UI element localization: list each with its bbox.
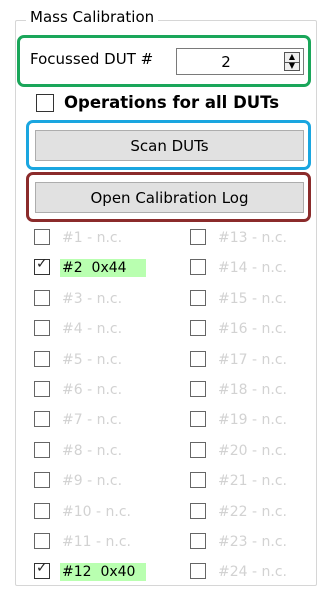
dut-item[interactable]: ✓ #12 0x40 xyxy=(34,560,154,583)
focused-dut-spinbox[interactable]: 2 ▲ ▼ xyxy=(176,48,304,75)
dut-item[interactable]: #3 - n.c. xyxy=(34,288,154,310)
dut-checkbox[interactable] xyxy=(190,259,206,276)
dut-checkbox[interactable] xyxy=(34,289,50,306)
dut-item[interactable]: #16 - n.c. xyxy=(190,318,310,340)
dut-item[interactable]: #1 - n.c. xyxy=(34,227,154,249)
dut-item[interactable]: #7 - n.c. xyxy=(34,409,154,431)
dut-checkbox[interactable] xyxy=(190,472,206,489)
dut-label: #18 - n.c. xyxy=(218,382,287,398)
dut-item[interactable]: #24 - n.c. xyxy=(190,561,310,583)
dut-label: #8 - n.c. xyxy=(62,442,123,459)
dut-item[interactable]: #4 - n.c. xyxy=(34,318,154,340)
dut-label: #1 - n.c. xyxy=(62,230,123,246)
dut-checkbox[interactable] xyxy=(34,472,50,489)
dut-item[interactable]: #21 - n.c. xyxy=(190,470,310,492)
spin-buttons[interactable]: ▲ ▼ xyxy=(284,52,300,71)
dut-label: #23 - n.c. xyxy=(218,534,287,550)
dut-checkbox[interactable]: ✓ xyxy=(34,560,50,580)
dut-label: #20 - n.c. xyxy=(218,442,287,459)
dut-checkbox[interactable] xyxy=(190,381,206,397)
dut-label: #13 - n.c. xyxy=(218,230,287,246)
dut-label: #11 - n.c. xyxy=(62,534,131,550)
dut-checkbox[interactable] xyxy=(190,229,206,245)
dut-checkbox[interactable] xyxy=(190,533,206,549)
dut-checkbox[interactable] xyxy=(34,502,50,519)
checkmark-icon: ✓ xyxy=(36,256,48,273)
focused-dut-label: Focussed DUT # xyxy=(30,50,154,68)
dut-item[interactable]: #22 - n.c. xyxy=(190,501,310,523)
dut-label: #21 - n.c. xyxy=(218,473,287,490)
dut-checkbox[interactable] xyxy=(34,350,50,367)
dut-item[interactable]: #6 - n.c. xyxy=(34,379,154,401)
dut-label: #15 - n.c. xyxy=(218,290,287,307)
dut-checkbox[interactable] xyxy=(34,229,50,245)
dut-checkbox[interactable] xyxy=(190,411,206,428)
dut-label: #22 - n.c. xyxy=(218,503,287,520)
dut-label: #7 - n.c. xyxy=(62,412,123,429)
dut-checkbox[interactable] xyxy=(34,411,50,428)
dut-item[interactable]: #18 - n.c. xyxy=(190,379,310,401)
dut-item[interactable]: #17 - n.c. xyxy=(190,349,310,371)
dut-checkbox[interactable] xyxy=(34,320,50,337)
dut-checkbox[interactable] xyxy=(190,502,206,519)
dut-item[interactable]: #13 - n.c. xyxy=(190,227,310,249)
dut-item[interactable]: #14 - n.c. xyxy=(190,257,310,279)
dut-label: #17 - n.c. xyxy=(218,351,287,368)
checkmark-icon: ✓ xyxy=(36,560,48,577)
spin-down-arrow-icon[interactable]: ▼ xyxy=(285,61,299,71)
dut-checkbox[interactable]: ✓ xyxy=(34,256,50,276)
dut-checkbox[interactable] xyxy=(190,289,206,306)
dut-label: #24 - n.c. xyxy=(218,564,287,581)
dut-checkbox[interactable] xyxy=(34,441,50,458)
dut-checkbox[interactable] xyxy=(34,381,50,397)
dut-item[interactable]: #8 - n.c. xyxy=(34,440,154,462)
dut-checkbox[interactable] xyxy=(190,350,206,367)
dut-checkbox[interactable] xyxy=(190,563,206,580)
dut-label: #16 - n.c. xyxy=(218,321,287,338)
dut-label: #10 - n.c. xyxy=(62,503,131,520)
dut-label: #3 - n.c. xyxy=(62,290,123,307)
dut-checkbox[interactable] xyxy=(34,533,50,549)
dut-item[interactable]: #23 - n.c. xyxy=(190,531,310,553)
dut-item[interactable]: #9 - n.c. xyxy=(34,470,154,492)
dut-label: #9 - n.c. xyxy=(62,473,123,490)
operations-all-checkbox[interactable] xyxy=(36,94,54,112)
dut-label: #5 - n.c. xyxy=(62,351,123,368)
dut-checkbox[interactable] xyxy=(190,320,206,337)
dut-label: #19 - n.c. xyxy=(218,412,287,429)
dut-item[interactable]: #15 - n.c. xyxy=(190,288,310,310)
dut-item[interactable]: #10 - n.c. xyxy=(34,501,154,523)
dut-item[interactable]: ✓ #2 0x44 xyxy=(34,256,154,279)
group-title: Mass Calibration xyxy=(26,8,159,26)
scan-duts-button[interactable]: Scan DUTs xyxy=(35,130,304,161)
dut-item[interactable]: #5 - n.c. xyxy=(34,349,154,371)
dut-checkbox[interactable] xyxy=(190,441,206,458)
focused-dut-value[interactable]: 2 xyxy=(177,53,275,71)
dut-label: #6 - n.c. xyxy=(62,382,123,398)
dut-item[interactable]: #20 - n.c. xyxy=(190,440,310,462)
dut-item[interactable]: #19 - n.c. xyxy=(190,409,310,431)
dut-item[interactable]: #11 - n.c. xyxy=(34,531,154,553)
dut-label: #4 - n.c. xyxy=(62,321,123,338)
dut-label: #12 0x40 xyxy=(60,563,146,582)
operations-all-label: Operations for all DUTs xyxy=(64,93,280,112)
dut-label: #14 - n.c. xyxy=(218,260,287,277)
dut-label: #2 0x44 xyxy=(60,259,146,278)
open-calibration-log-button[interactable]: Open Calibration Log xyxy=(35,182,304,213)
